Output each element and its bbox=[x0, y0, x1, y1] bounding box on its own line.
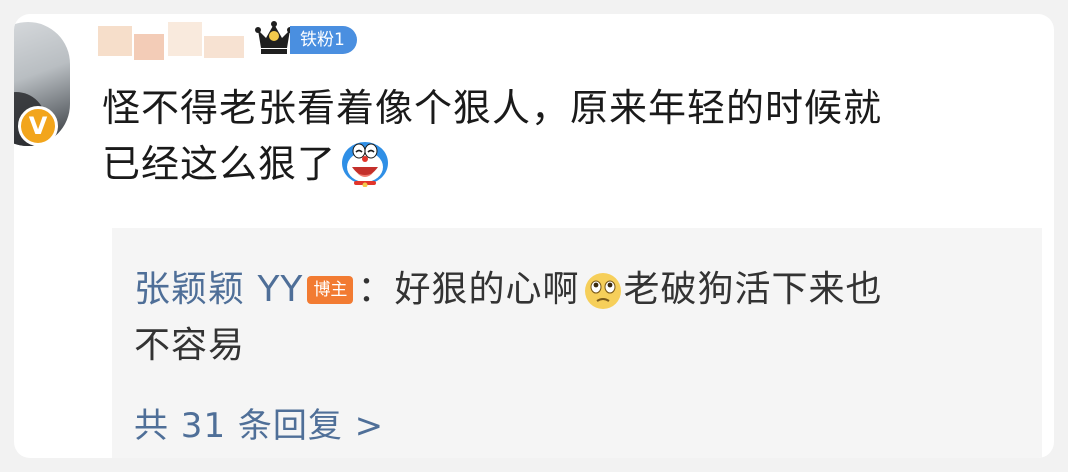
reply-line-2: 不容易 bbox=[134, 325, 246, 366]
more-replies-link[interactable]: 共 31 条回复 > bbox=[134, 404, 384, 448]
reply-preview-box[interactable]: 张颖颖 YY 博主 ：好狠的心啊 老破狗活下来也 不容易 共 31 条回复 > bbox=[112, 228, 1042, 458]
comment-line-2-text: 已经这么狠了 bbox=[102, 142, 337, 186]
comment-line-2: 已经这么狠了 bbox=[102, 136, 1042, 192]
fan-level-badge: 铁粉1 bbox=[290, 26, 357, 54]
host-badge: 博主 bbox=[307, 276, 354, 304]
username-blurred[interactable] bbox=[98, 20, 258, 64]
pitiful-face-icon bbox=[585, 273, 622, 309]
mosaic-block bbox=[204, 36, 244, 58]
crown-icon bbox=[255, 21, 293, 54]
reply-author-link[interactable]: 张颖颖 YY bbox=[134, 269, 303, 310]
mosaic-block bbox=[98, 26, 132, 56]
mosaic-block bbox=[168, 22, 202, 56]
reply-body: 张颖颖 YY 博主 ：好狠的心啊 老破狗活下来也 不容易 bbox=[134, 262, 1024, 374]
comment-line-1: 怪不得老张看着像个狠人，原来年轻的时候就 bbox=[102, 86, 883, 130]
comment-card: V 铁粉1 怪不得老张看着像个狠人，原来年轻的时候就 已经这么狠了 张颖颖 YY… bbox=[14, 14, 1054, 458]
comment-body: 怪不得老张看着像个狠人，原来年轻的时候就 已经这么狠了 bbox=[102, 80, 1042, 192]
mosaic-block bbox=[134, 34, 164, 60]
verified-badge-icon: V bbox=[18, 106, 58, 146]
reply-text-1: 好狠的心啊 bbox=[394, 269, 580, 310]
reply-text-2: 老破狗活下来也 bbox=[623, 269, 883, 310]
doraemon-laugh-icon bbox=[342, 142, 389, 187]
reply-separator: ： bbox=[357, 269, 395, 310]
